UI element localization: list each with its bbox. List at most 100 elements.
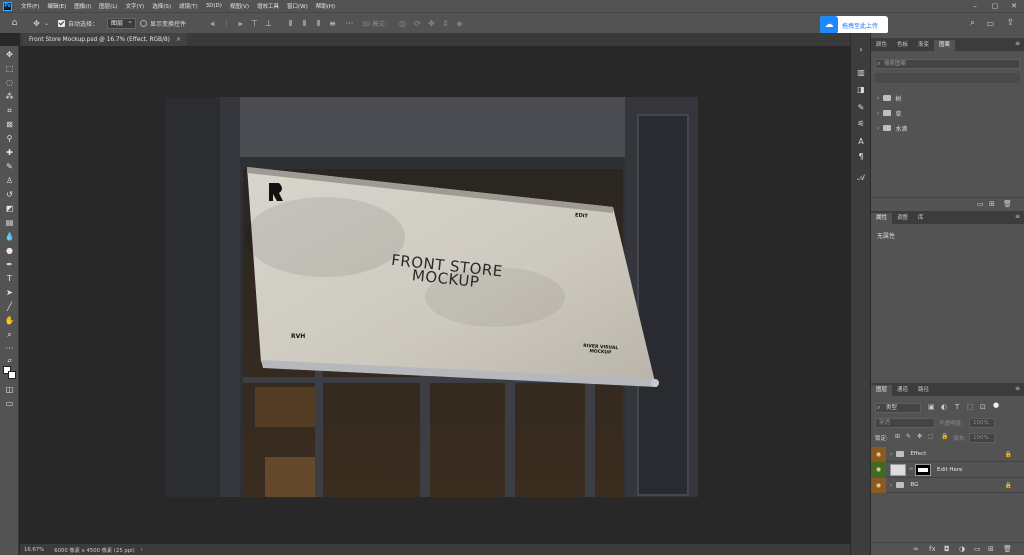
lasso-tool-icon[interactable]: ◌ [4,77,15,88]
align-center-h-icon[interactable]: ⫶ [222,19,231,28]
home-icon[interactable]: ⌂ [10,19,19,28]
distribute-center-icon[interactable]: ⫴ [300,19,309,28]
canvas-image[interactable]: FRONT STORE MOCKUP EDIT RVH RIVER VISUAL… [165,97,698,497]
move-tool-icon[interactable]: ✥ [4,49,15,60]
eye-icon[interactable]: ◉ [871,461,886,478]
distribute-right-icon[interactable]: ⫴ [314,19,323,28]
photoshop-logo-icon[interactable]: Ps [3,1,12,11]
filter-smart-object-icon[interactable]: ⊡ [980,403,986,411]
lock-artboard-icon[interactable]: ⬚ [928,433,934,440]
close-tab-icon[interactable]: × [176,36,181,43]
type-tool-icon[interactable]: T [4,273,15,284]
filter-toggle-icon[interactable]: ● [993,401,999,409]
pattern-search-input[interactable]: 搜索图案 [875,59,1020,69]
align-middle-v-icon[interactable]: ⊥ [264,19,273,28]
link-layers-icon[interactable]: ∞ [913,545,919,553]
eye-icon[interactable]: ◉ [871,477,886,493]
filter-shape-icon[interactable]: ⬚ [967,403,974,411]
brush-tool-icon[interactable]: ✎ [4,161,15,172]
layer-row-bg[interactable]: ◉ › BG 🔒 [871,477,1024,493]
distribute-left-icon[interactable]: ⫴ [286,19,295,28]
hand-tool-icon[interactable]: ✋ [4,315,15,326]
lock-all-icon[interactable]: 🔒 [941,433,948,440]
layer-style-icon[interactable]: fx [929,545,936,553]
align-left-icon[interactable]: ⫷ [208,19,217,28]
tab-color[interactable]: 颜色 [871,40,892,51]
pen-tool-icon[interactable]: ✒ [4,259,15,270]
menu-filter[interactable]: 滤镜(T) [175,2,202,10]
magic-wand-tool-icon[interactable]: ⁂ [4,91,15,102]
frame-tool-icon[interactable]: ⊠ [4,119,15,130]
blend-mode-dropdown[interactable]: 穿透 [875,418,935,428]
menu-plugins[interactable]: 增效工具 [253,2,283,10]
search-icon[interactable]: ⌕ [968,19,977,28]
add-mask-icon[interactable]: ◘ [944,545,950,553]
panel-menu-icon[interactable]: ≡ [1015,385,1020,392]
menu-layer[interactable]: 图层(L) [95,2,121,10]
auto-select-dropdown[interactable]: 图层 [107,17,137,30]
screen-mode-icon[interactable]: ▭ [4,398,15,409]
dodge-tool-icon[interactable]: ● [4,245,15,256]
blur-tool-icon[interactable]: 💧 [4,231,15,242]
tab-layers[interactable]: 图层 [871,385,893,396]
show-transform-controls[interactable]: 显示变换控件 [140,17,186,30]
crop-tool-icon[interactable]: ⌗ [4,105,15,116]
menu-image[interactable]: 图像(I) [70,2,95,10]
character-icon[interactable]: A [856,137,866,147]
layer-row-effect[interactable]: ◉ › Effect 🔒 [871,446,1024,462]
filter-adjustment-icon[interactable]: ◐ [941,403,947,411]
more-options-icon[interactable]: ··· [345,19,354,28]
layer-row-edit-here[interactable]: ◉ ∞ Edit Here [871,461,1024,478]
layer-filter-dropdown[interactable]: 类型 [875,403,921,413]
lock-position-icon[interactable]: ✥ [917,433,922,440]
move-tool-icon[interactable]: ✥ [32,19,41,28]
history-brush-tool-icon[interactable]: ↺ [4,189,15,200]
status-arrow-icon[interactable]: › [141,547,143,553]
tab-libraries[interactable]: 库 [913,213,929,224]
share-icon[interactable]: ⇪ [1006,19,1015,28]
menu-edit[interactable]: 编辑(E) [43,2,70,10]
new-group-icon[interactable]: ▭ [977,200,984,208]
shape-icon[interactable]: ◨ [856,85,866,95]
menu-file[interactable]: 文件(F) [17,2,43,10]
menu-3d[interactable]: 3D(D) [202,3,226,9]
pattern-group-trees[interactable]: › 树 [877,91,1020,105]
tab-swatches[interactable]: 色板 [892,40,913,51]
collapse-panels-icon[interactable]: › [856,45,866,55]
quick-mask-icon[interactable]: ◫ [4,384,15,395]
maximize-icon[interactable]: ▢ [985,0,1005,12]
upload-drop-badge[interactable]: ☁ 拖拽至此上传 [820,16,888,34]
menu-type[interactable]: 文字(Y) [122,2,149,10]
zoom-tool-icon[interactable]: ⌕ [4,329,15,340]
tab-paths[interactable]: 路径 [913,385,934,396]
sliders-icon[interactable]: ⚟ [856,119,866,129]
new-layer-icon[interactable]: ⊞ [988,545,994,553]
align-right-icon[interactable]: ⫸ [236,19,245,28]
tab-properties[interactable]: 属性 [871,213,893,224]
new-group-icon[interactable]: ▭ [974,545,981,553]
panel-menu-icon[interactable]: ≡ [1015,213,1020,220]
document-tab[interactable]: Front Store Mockup.psd @ 16.7% (Effect, … [23,33,187,46]
pattern-group-water[interactable]: › 水滴 [877,121,1020,135]
more-tools-icon[interactable]: ··· [4,343,15,354]
opacity-input[interactable]: 100% [969,418,995,428]
tab-adjustments[interactable]: 调整 [892,213,913,224]
menu-window[interactable]: 窗口(W) [283,2,312,10]
filter-pixel-icon[interactable]: ▣ [928,403,935,411]
auto-select-checkbox[interactable]: 自动选择： [58,17,98,30]
menu-help[interactable]: 帮助(H) [312,2,339,10]
minimize-icon[interactable]: – [965,0,985,12]
clone-stamp-tool-icon[interactable]: ♙ [4,175,15,186]
pattern-group-grass[interactable]: › 草 [877,106,1020,120]
menu-select[interactable]: 选择(S) [148,2,175,10]
workspace-icon[interactable]: ▭ [986,19,995,28]
path-selection-tool-icon[interactable]: ➤ [4,287,15,298]
marquee-tool-icon[interactable]: ⬚ [4,63,15,74]
delete-icon[interactable]: 🗑 [1003,200,1012,208]
lock-transparent-icon[interactable]: ⊞ [895,433,900,440]
adjustment-layer-icon[interactable]: ◑ [959,545,965,553]
panel-menu-icon[interactable]: ≡ [1015,40,1020,47]
brush-settings-icon[interactable]: ✎ [856,103,866,113]
lock-image-icon[interactable]: ✎ [906,433,911,440]
line-tool-icon[interactable]: ╱ [4,301,15,312]
